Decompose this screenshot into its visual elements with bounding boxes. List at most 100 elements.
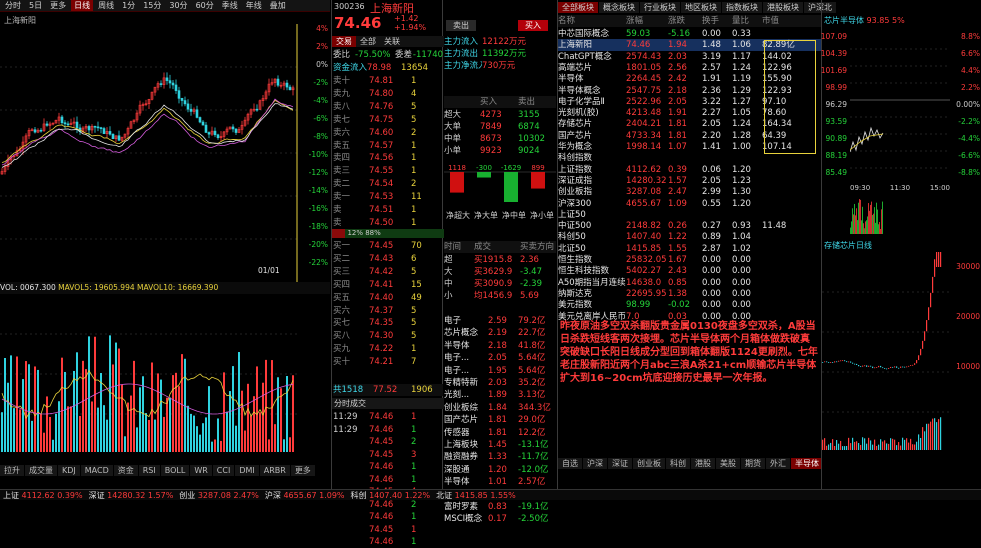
- indicator-tab[interactable]: RSI: [138, 465, 160, 476]
- book-row[interactable]: 买八 74.30 5: [333, 330, 443, 342]
- indicator-tab[interactable]: 更多: [290, 465, 315, 476]
- index-ticker[interactable]: 科创 1407.40 1.22%: [351, 490, 431, 500]
- sector-row[interactable]: 科创50 1407.40 1.22 0.89 1.04: [558, 231, 821, 243]
- market-tab[interactable]: 期货: [741, 458, 765, 469]
- book-row[interactable]: 卖六 74.60 2: [333, 127, 443, 139]
- indicator-tab[interactable]: DMI: [235, 465, 259, 476]
- indicator-tab[interactable]: MACD: [80, 465, 113, 476]
- timeframe-tab[interactable]: 更多: [47, 0, 69, 11]
- book-row[interactable]: 买二 74.43 6: [333, 253, 443, 265]
- index-ticker[interactable]: 沪深 4655.67 1.09%: [265, 490, 345, 500]
- timeframe-tab[interactable]: 30分: [166, 0, 190, 11]
- sector-tab[interactable]: 全部板块: [558, 2, 598, 13]
- indicator-tab[interactable]: 资金: [113, 465, 138, 476]
- book-row[interactable]: 卖 74.51 1: [333, 204, 443, 216]
- timeframe-tab[interactable]: 季线: [219, 0, 241, 11]
- stock-sector-row[interactable]: 深股通 1.20 -12.0亿: [444, 464, 556, 476]
- indicator-tab[interactable]: 成交量: [25, 465, 57, 476]
- book-row[interactable]: 买五 74.40 49: [333, 292, 443, 304]
- buy-button[interactable]: 买入: [518, 20, 548, 31]
- sector-row[interactable]: 美元指数 98.99 -0.02 0.00 0.00: [558, 299, 821, 311]
- sector-row[interactable]: 中证500 2148.82 0.26 0.27 0.93 11.48: [558, 220, 821, 232]
- stock-sector-row[interactable]: 传感器 1.81 12.2亿: [444, 427, 556, 439]
- market-tab[interactable]: 科创: [666, 458, 690, 469]
- sector-row[interactable]: 北证50 1415.85 1.55 2.87 1.02: [558, 243, 821, 255]
- stock-sector-row[interactable]: 电子 2.59 79.2亿: [444, 315, 556, 327]
- column-header[interactable]: 名称: [558, 15, 626, 27]
- intraday-chart[interactable]: [850, 32, 950, 182]
- market-tab[interactable]: 港股: [691, 458, 715, 469]
- stock-sector-row[interactable]: 富时罗素 0.83 -19.1亿: [444, 501, 556, 513]
- sector-row[interactable]: 恒生指数 25832.05 1.67 0.00 0.00: [558, 254, 821, 266]
- indicator-tab[interactable]: CCI: [212, 465, 235, 476]
- quote-tab[interactable]: 全部: [356, 36, 380, 47]
- quote-tab[interactable]: 关联: [380, 36, 404, 47]
- volume-chart[interactable]: [0, 294, 298, 452]
- stock-sector-row[interactable]: 芯片概念 2.19 22.7亿: [444, 327, 556, 339]
- book-row[interactable]: 卖 74.50 1: [333, 217, 443, 229]
- sector-tab[interactable]: 概念板块: [599, 2, 639, 13]
- sector-row[interactable]: 深证成指 14280.32 1.57 2.05 1.23: [558, 175, 821, 187]
- sector-tab[interactable]: 指数板块: [722, 2, 762, 13]
- sector-tab[interactable]: 港股板块: [763, 2, 803, 13]
- book-row[interactable]: 卖五 74.57 1: [333, 140, 443, 152]
- sector-row[interactable]: A50期指当月连续 14638.0 0.85 0.00 0.00: [558, 277, 821, 289]
- sector-tab[interactable]: 地区板块: [681, 2, 721, 13]
- timeframe-tab[interactable]: 年线: [243, 0, 265, 11]
- book-row[interactable]: 卖八 74.76 5: [333, 101, 443, 113]
- market-tab[interactable]: 自选: [558, 458, 582, 469]
- timeframe-tab[interactable]: 5日: [26, 0, 45, 11]
- book-row[interactable]: 卖十 74.81 1: [333, 75, 443, 87]
- market-tab[interactable]: 沪深: [583, 458, 607, 469]
- indicator-tab[interactable]: WR: [190, 465, 212, 476]
- book-row[interactable]: 卖二 74.54 2: [333, 178, 443, 190]
- stock-sector-row[interactable]: 专精特新 2.03 35.2亿: [444, 377, 556, 389]
- index-ticker[interactable]: 北证 1415.85 1.55%: [436, 490, 516, 500]
- stock-sector-row[interactable]: 电子... 1.95 5.64亿: [444, 365, 556, 377]
- stock-sector-row[interactable]: 上海板块 1.45 -13.1亿: [444, 439, 556, 451]
- sector-row[interactable]: 科创指数: [558, 152, 821, 164]
- book-row[interactable]: 卖一 74.53 11: [333, 191, 443, 203]
- timeframe-tab[interactable]: 分时: [2, 0, 24, 11]
- index-ticker[interactable]: 创业 3287.08 2.47%: [179, 490, 259, 500]
- indicator-tab[interactable]: ARBR: [259, 465, 290, 476]
- sector-row[interactable]: 沪深300 4655.67 1.09 0.55 1.20: [558, 198, 821, 210]
- book-row[interactable]: 买三 74.42 5: [333, 266, 443, 278]
- column-header[interactable]: 换手: [702, 15, 732, 27]
- stock-sector-row[interactable]: 创业板综 1.84 344.3亿: [444, 402, 556, 414]
- stock-sector-row[interactable]: 电子... 2.05 5.64亿: [444, 352, 556, 364]
- book-row[interactable]: 卖七 74.75 5: [333, 114, 443, 126]
- sector-row[interactable]: 上证指数 4112.62 0.39 0.06 1.20: [558, 164, 821, 176]
- book-row[interactable]: 买六 74.37 5: [333, 305, 443, 317]
- sell-button[interactable]: 卖出: [446, 20, 476, 31]
- book-row[interactable]: 卖三 74.55 1: [333, 165, 443, 177]
- market-tab[interactable]: 深证: [608, 458, 632, 469]
- stock-sector-row[interactable]: MSCI概念 0.17 -2.50亿: [444, 513, 556, 525]
- column-header[interactable]: 涨跌: [668, 15, 702, 27]
- stock-sector-row[interactable]: 半导体 2.18 41.8亿: [444, 340, 556, 352]
- index-ticker[interactable]: 上证 4112.62 0.39%: [3, 490, 83, 500]
- stock-sector-row[interactable]: 国产芯片 1.81 29.0亿: [444, 414, 556, 426]
- sector-row[interactable]: 纳斯达克 22695.95 1.38 0.00 0.00: [558, 288, 821, 300]
- stock-sector-row[interactable]: 光刻... 1.89 3.13亿: [444, 389, 556, 401]
- sector-row[interactable]: 恒生科技指数 5402.27 2.43 0.00 0.00: [558, 265, 821, 277]
- market-tab[interactable]: 美股: [716, 458, 740, 469]
- column-header[interactable]: 量比: [732, 15, 762, 27]
- book-row[interactable]: 卖四 74.56 1: [333, 152, 443, 164]
- book-row[interactable]: 卖九 74.80 4: [333, 88, 443, 100]
- indicator-tab[interactable]: BOLL: [160, 465, 190, 476]
- stock-sector-row[interactable]: 半导体 1.01 2.57亿: [444, 476, 556, 488]
- market-tab[interactable]: 创业板: [633, 458, 665, 469]
- book-row[interactable]: 买九 74.22 1: [333, 343, 443, 355]
- timeframe-tab[interactable]: 1分: [119, 0, 138, 11]
- indicator-tab[interactable]: KDJ: [58, 465, 80, 476]
- candlestick-chart[interactable]: [0, 24, 298, 282]
- indicator-tab[interactable]: 拉升: [0, 465, 24, 476]
- timeframe-tab[interactable]: 60分: [193, 0, 217, 11]
- market-tab[interactable]: 外汇: [766, 458, 790, 469]
- sector-row[interactable]: 中芯国际概念 59.03 -5.16 0.00 0.33: [558, 28, 821, 40]
- quote-tab[interactable]: 交易: [332, 36, 356, 47]
- column-header[interactable]: 涨幅: [626, 15, 668, 27]
- market-tab[interactable]: 半导体: [791, 458, 821, 469]
- sector-row[interactable]: 创业板指 3287.08 2.47 2.99 1.30: [558, 186, 821, 198]
